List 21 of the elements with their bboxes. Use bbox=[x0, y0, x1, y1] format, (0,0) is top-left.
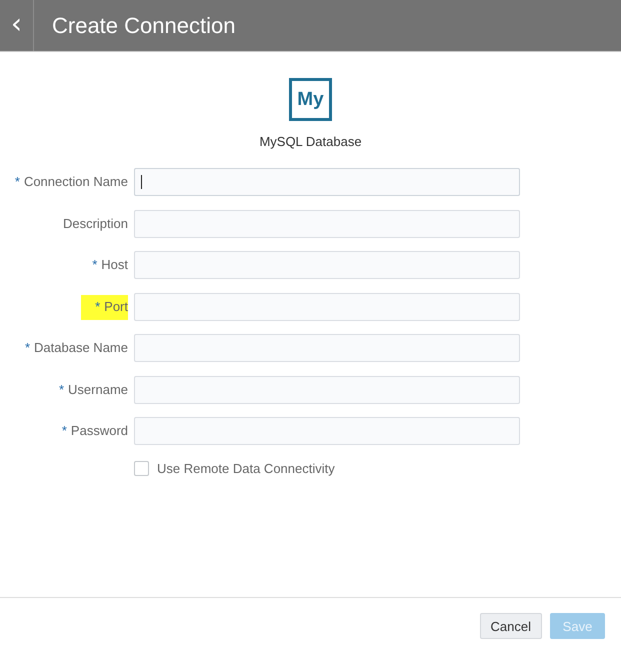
input-field[interactable] bbox=[134, 251, 520, 279]
checkbox-label: Use Remote Data Connectivity bbox=[157, 461, 335, 476]
input-field[interactable] bbox=[134, 417, 520, 445]
database-logo-icon: My bbox=[289, 78, 332, 121]
field-label: * Host bbox=[91, 256, 128, 274]
field-label: Description bbox=[62, 214, 128, 233]
field-label: * Username bbox=[58, 380, 128, 398]
page-title: Create Connection bbox=[52, 12, 236, 38]
source-name: MySQL Database bbox=[259, 134, 362, 149]
back-button[interactable]: ‹ bbox=[0, 0, 34, 51]
input-field[interactable] bbox=[134, 334, 520, 362]
checkbox[interactable] bbox=[134, 461, 149, 476]
field-label: * Connection Name bbox=[14, 173, 128, 191]
field-label: * Database Name bbox=[24, 339, 128, 357]
cancel-button[interactable]: Cancel bbox=[480, 613, 542, 639]
field-label: * Password bbox=[60, 422, 128, 440]
input-field[interactable] bbox=[134, 292, 520, 320]
field-label: * Port bbox=[81, 294, 128, 320]
input-field[interactable] bbox=[134, 376, 520, 404]
input-field[interactable] bbox=[134, 210, 520, 238]
input-field[interactable] bbox=[134, 168, 520, 196]
